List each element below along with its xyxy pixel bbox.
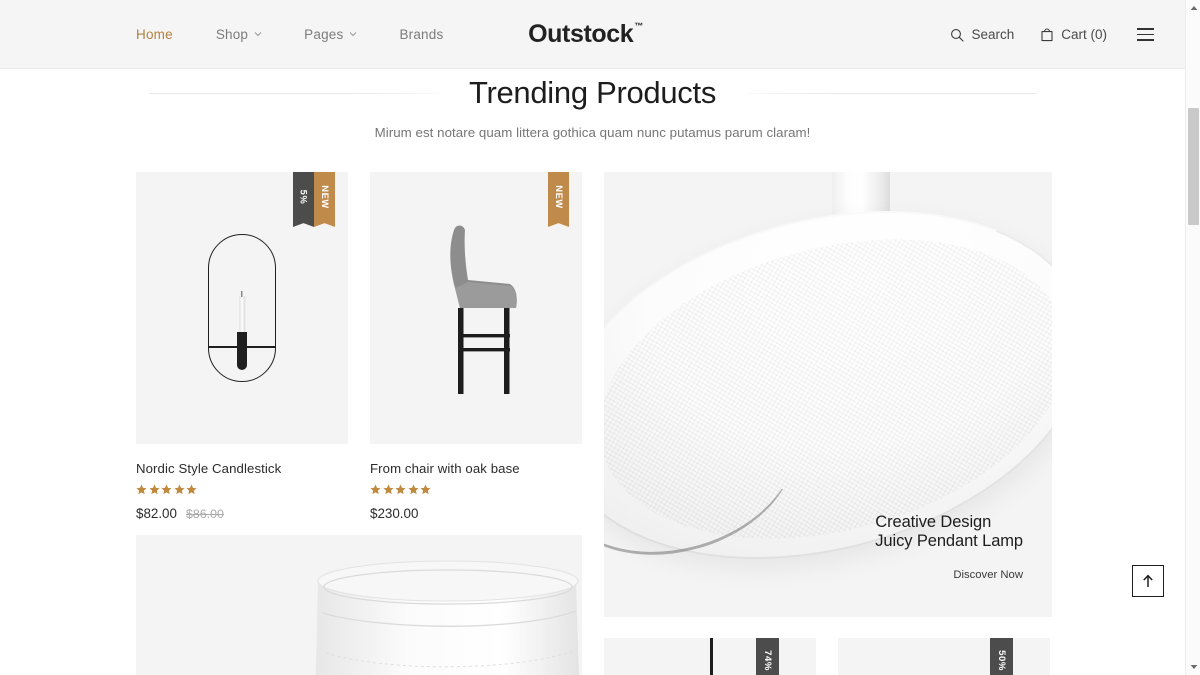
promo-copy: Creative Design Juicy Pendant Lamp Disco… — [875, 513, 1023, 581]
product-price-row: $82.00 $86.00 — [136, 506, 348, 521]
basket-illustration — [315, 560, 579, 675]
discover-now-link[interactable]: Discover Now — [875, 569, 1023, 581]
chair-illustration — [450, 225, 517, 394]
nav-item-label: Home — [136, 27, 173, 42]
product-thumbnail[interactable] — [136, 535, 582, 675]
product-thumbnail[interactable]: 50% — [838, 638, 1050, 675]
chevron-down-icon — [254, 30, 262, 38]
discount-badge: 74% — [756, 638, 779, 675]
scrollbar-up-arrow-icon[interactable] — [1186, 0, 1200, 16]
search-button[interactable]: Search — [950, 27, 1014, 42]
search-icon — [950, 28, 965, 42]
promo-banner[interactable]: Creative Design Juicy Pendant Lamp Disco… — [604, 172, 1052, 617]
candle-wax — [239, 296, 245, 336]
discount-badge: 5% — [293, 172, 314, 221]
vertical-scrollbar[interactable] — [1185, 0, 1200, 675]
product-card[interactable]: NEW From chair with oak base $230.00 — [370, 172, 582, 521]
new-badge: NEW — [314, 172, 335, 221]
product-rating — [370, 484, 582, 495]
page-title: Trending Products — [468, 75, 717, 110]
product-thumbnail[interactable]: 74% — [604, 638, 816, 675]
arrow-up-icon — [1142, 574, 1154, 588]
product-badges: NEW — [548, 172, 569, 221]
product-badges: 5% NEW — [293, 172, 335, 221]
nav-item-brands[interactable]: Brands — [382, 27, 468, 42]
nav-item-label: Shop — [215, 27, 249, 42]
scroll-to-top-button[interactable] — [1132, 565, 1164, 597]
product-detail-accent — [710, 638, 713, 675]
primary-navigation: Home Shop Pages Brands — [136, 0, 468, 69]
discount-badge: 50% — [990, 638, 1013, 675]
product-card[interactable]: 50% — [838, 638, 1050, 675]
cart-label: Cart (0) — [1061, 27, 1107, 42]
nav-item-label: Pages — [304, 27, 344, 42]
product-title[interactable]: Nordic Style Candlestick — [136, 461, 348, 476]
candle-wick — [241, 291, 243, 297]
product-card[interactable]: 5% NEW Nordic Style Candlestick $82.00 $… — [136, 172, 348, 521]
cart-button[interactable]: Cart (0) — [1040, 27, 1107, 42]
trademark-symbol: ™ — [634, 20, 643, 31]
product-title[interactable]: From chair with oak base — [370, 461, 582, 476]
page-root: Home Shop Pages Brands Outstock™ Search … — [0, 0, 1200, 675]
nav-item-home[interactable]: Home — [136, 27, 198, 42]
product-meta: Nordic Style Candlestick $82.00 $86.00 — [136, 444, 348, 521]
product-thumbnail[interactable]: NEW — [370, 172, 582, 444]
product-price-row: $230.00 — [370, 506, 582, 521]
new-badge-label: NEW — [553, 184, 564, 209]
section-subtitle: Mirum est notare quam littera gothica qu… — [374, 125, 811, 140]
nav-item-pages[interactable]: Pages — [287, 27, 382, 42]
discount-badge-label: 50% — [995, 649, 1007, 671]
search-label: Search — [971, 27, 1015, 42]
product-rating — [136, 484, 348, 495]
new-badge: NEW — [548, 172, 569, 221]
shopping-bag-icon — [1040, 27, 1054, 42]
product-thumbnail[interactable]: 5% NEW — [136, 172, 348, 444]
hamburger-menu-icon[interactable] — [1137, 28, 1154, 41]
scrollbar-down-arrow-icon[interactable] — [1186, 659, 1200, 675]
site-header: Home Shop Pages Brands Outstock™ Search … — [0, 0, 1185, 69]
title-divider-left — [148, 92, 439, 94]
product-price: $230.00 — [370, 506, 419, 521]
promo-headline-line1: Creative Design — [875, 513, 992, 531]
product-meta: From chair with oak base $230.00 — [370, 444, 582, 521]
product-card[interactable]: 74% — [604, 638, 816, 675]
header-actions: Search Cart (0) — [924, 0, 1170, 69]
promo-headline-line2: Juicy Pendant Lamp — [875, 532, 1023, 551]
scrollbar-thumb[interactable] — [1188, 108, 1199, 225]
nav-item-shop[interactable]: Shop — [198, 27, 287, 42]
candle-holder — [237, 332, 247, 370]
product-price: $82.00 — [136, 506, 177, 521]
product-old-price: $86.00 — [185, 507, 224, 521]
section-header: Trending Products Mirum est notare quam … — [0, 75, 1185, 140]
chevron-down-icon — [349, 30, 357, 38]
product-card[interactable] — [136, 535, 582, 675]
nav-item-label: Brands — [399, 27, 444, 42]
title-divider-right — [746, 92, 1037, 94]
new-badge-label: NEW — [319, 184, 330, 209]
discount-badge-label: 74% — [761, 649, 773, 671]
logo-wordmark: Outstock — [528, 20, 634, 48]
discount-badge-label: 5% — [298, 189, 309, 204]
